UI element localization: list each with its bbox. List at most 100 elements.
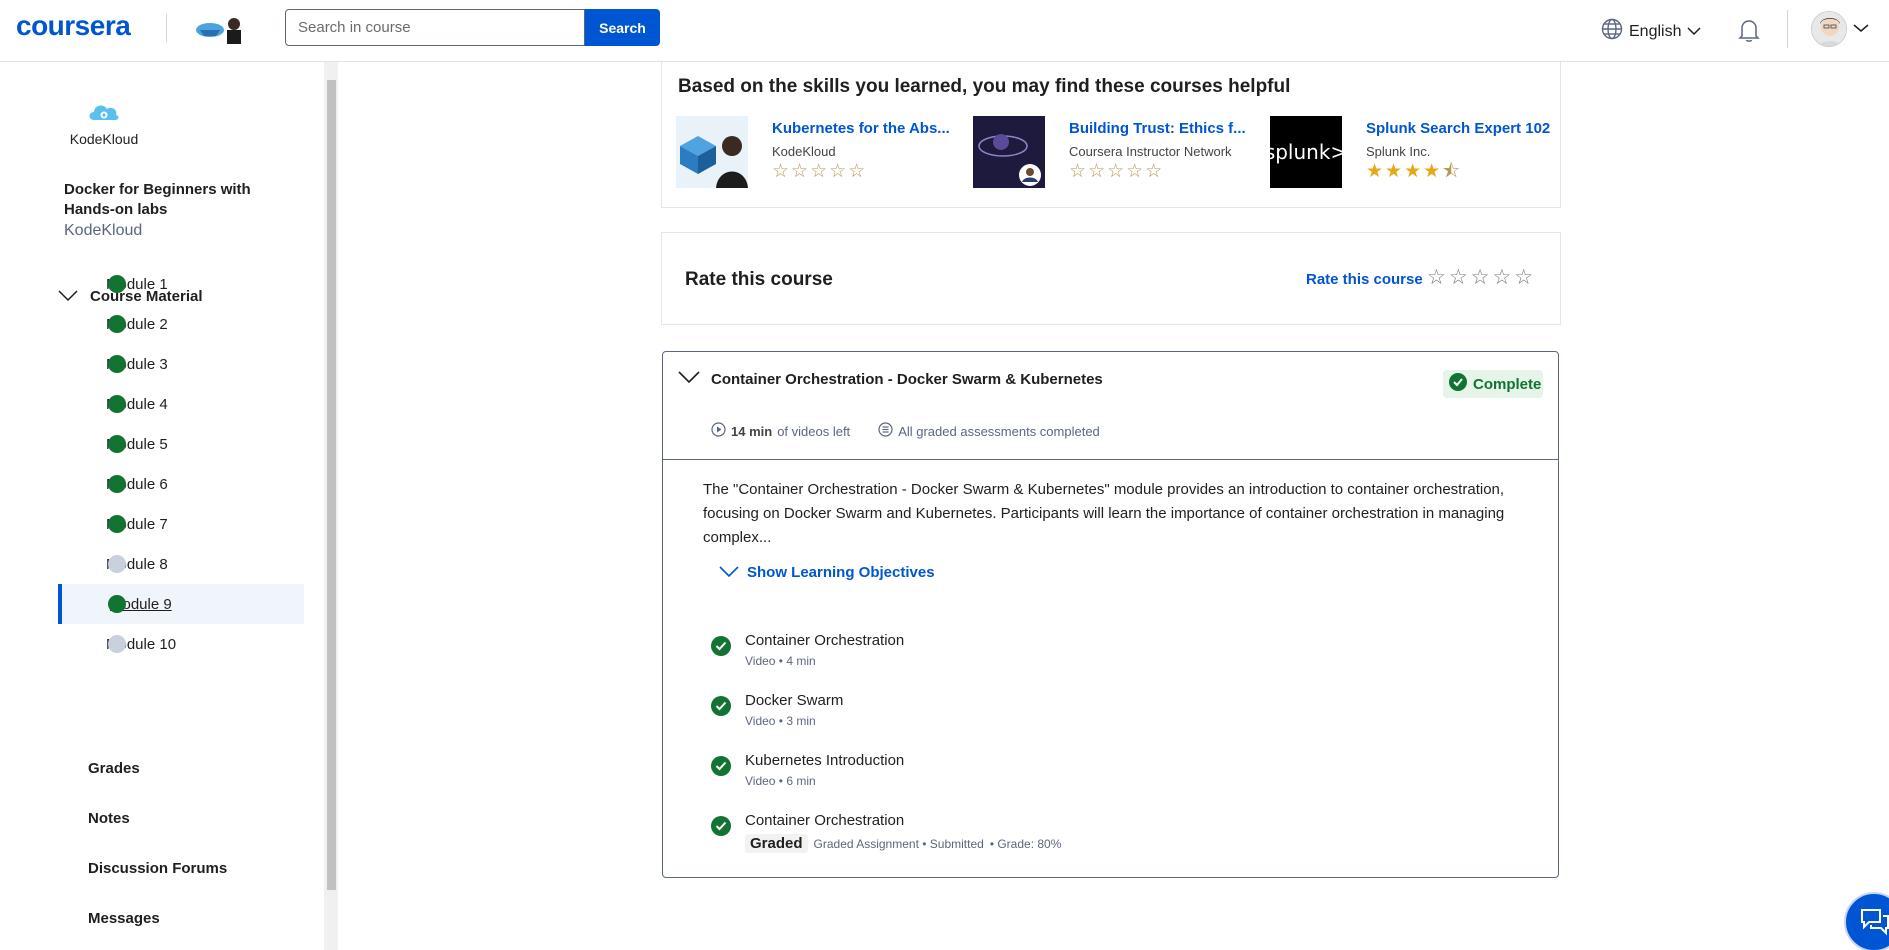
splunk-logo-text: splunk> xyxy=(1270,140,1342,164)
chevron-down-icon xyxy=(1687,23,1702,41)
item-title: Docker Swarm xyxy=(745,692,844,709)
videos-left-time: 14 min xyxy=(731,423,773,439)
sidebar-item-module-1[interactable]: Module 1 xyxy=(58,264,304,304)
check-circle-icon xyxy=(108,435,126,453)
recommended-course-title[interactable]: Building Trust: Ethics f... xyxy=(1069,120,1257,137)
play-circle-icon xyxy=(711,422,726,440)
chevron-down-icon xyxy=(1853,20,1869,38)
chevron-down-icon xyxy=(719,564,739,581)
check-circle-icon xyxy=(108,355,126,373)
list-item[interactable]: Docker Swarm Video • 3 min xyxy=(711,692,1411,738)
splunk-logo: splunk> xyxy=(1270,116,1342,188)
globe-icon xyxy=(1601,18,1623,45)
item-meta: Video • 3 min xyxy=(745,714,816,728)
videos-left-suffix: of videos left xyxy=(777,423,851,439)
recommended-course[interactable]: splunk> Splunk Search Expert 102 Splunk … xyxy=(1270,116,1560,190)
show-learning-objectives-button[interactable]: Show Learning Objectives xyxy=(719,564,935,581)
rate-course-card: Rate this course Rate this course ☆☆☆☆☆ xyxy=(661,232,1561,325)
language-selector[interactable]: English xyxy=(1601,18,1702,45)
list-item[interactable]: Kubernetes Introduction Video • 6 min xyxy=(711,752,1411,798)
item-grade: • Grade: 80% xyxy=(989,836,1062,851)
sidebar-item-module-5[interactable]: Module 5 xyxy=(58,424,304,464)
item-title: Kubernetes Introduction xyxy=(745,752,905,769)
recommended-course-title[interactable]: Kubernetes for the Abs... xyxy=(772,120,960,137)
empty-circle-icon xyxy=(108,635,126,653)
item-meta: Video • 6 min xyxy=(745,774,816,788)
recommendations-heading: Based on the skills you learned, you may… xyxy=(678,76,1291,97)
module-description: The "Container Orchestration - Docker Sw… xyxy=(703,481,1505,546)
check-circle-icon xyxy=(108,475,126,493)
star-rating: ☆☆☆☆☆ xyxy=(772,161,868,182)
check-circle-icon xyxy=(108,515,126,533)
item-meta: Video • 4 min xyxy=(745,654,816,668)
chat-help-button[interactable] xyxy=(1844,892,1889,950)
course-thumbnail xyxy=(676,116,748,188)
item-title: Container Orchestration xyxy=(745,632,905,649)
divider xyxy=(663,459,1558,460)
sidebar-scrollbar-thumb[interactable] xyxy=(327,80,336,890)
sidebar-link-messages[interactable]: Messages xyxy=(88,910,160,927)
course-title[interactable]: Docker for Beginners with Hands-on labs xyxy=(64,180,304,220)
recommended-course-title[interactable]: Splunk Search Expert 102 xyxy=(1366,120,1554,137)
graded-tag: Graded xyxy=(745,834,808,853)
sidebar-item-module-9[interactable]: Module 9 xyxy=(58,584,304,624)
check-circle-icon xyxy=(108,395,126,413)
recommended-course-org: Coursera Instructor Network xyxy=(1069,144,1232,159)
course-org: KodeKloud xyxy=(64,222,143,239)
partner-logo[interactable] xyxy=(194,14,246,44)
course-sidebar: KodeKloud Docker for Beginners with Hand… xyxy=(0,62,324,950)
recommended-course[interactable]: Kubernetes for the Abs... KodeKloud ☆☆☆☆… xyxy=(676,116,966,190)
module-meta: 14 min of videos left All graded assessm… xyxy=(711,422,1100,440)
check-circle-icon xyxy=(108,315,126,333)
kodekloud-logo[interactable]: KodeKloud xyxy=(66,100,142,147)
sidebar-item-module-4[interactable]: Module 4 xyxy=(58,384,304,424)
logo-divider xyxy=(166,14,167,42)
check-circle-icon xyxy=(108,595,126,613)
sidebar-link-discussion-forums[interactable]: Discussion Forums xyxy=(88,860,227,877)
rate-course-link[interactable]: Rate this course xyxy=(1306,271,1423,288)
item-title: Container Orchestration xyxy=(745,812,905,829)
sidebar-link-grades[interactable]: Grades xyxy=(88,760,140,777)
recommended-course[interactable]: Building Trust: Ethics f... Coursera Ins… xyxy=(973,116,1263,190)
top-header: coursera Search English xyxy=(0,0,1889,62)
assessment-icon xyxy=(878,422,893,440)
recommendations-card: Based on the skills you learned, you may… xyxy=(661,62,1561,208)
sidebar-item-module-3[interactable]: Module 3 xyxy=(58,344,304,384)
recommended-course-org: Splunk Inc. xyxy=(1366,144,1431,159)
sidebar-item-module-6[interactable]: Module 6 xyxy=(58,464,304,504)
sidebar-item-module-7[interactable]: Module 7 xyxy=(58,504,304,544)
chevron-down-icon[interactable] xyxy=(678,370,700,389)
module-card: Container Orchestration - Docker Swarm &… xyxy=(662,351,1559,878)
coursera-logo[interactable]: coursera xyxy=(16,10,131,42)
partner-name: KodeKloud xyxy=(69,131,139,147)
recommended-course-org: KodeKloud xyxy=(772,144,836,159)
assessments-status: All graded assessments completed xyxy=(898,423,1100,439)
user-menu[interactable] xyxy=(1811,11,1869,47)
check-circle-icon xyxy=(711,696,731,721)
sidebar-link-notes[interactable]: Notes xyxy=(88,810,130,827)
check-circle-icon xyxy=(1449,373,1467,395)
check-circle-icon xyxy=(108,275,126,293)
check-circle-icon xyxy=(711,756,731,781)
status-badge: Complete xyxy=(1443,370,1543,398)
check-circle-icon xyxy=(711,636,731,661)
search-input[interactable] xyxy=(285,9,585,46)
item-meta-row: Graded Graded Assignment • Submitted • G… xyxy=(745,834,1061,853)
rating-stars-input[interactable]: ☆☆☆☆☆ xyxy=(1427,267,1536,289)
list-item[interactable]: Container Orchestration Graded Graded As… xyxy=(711,812,1411,858)
sidebar-item-module-10[interactable]: Module 10 xyxy=(58,624,304,664)
item-meta: Graded Assignment • Submitted xyxy=(813,836,984,851)
sidebar-item-module-2[interactable]: Module 2 xyxy=(58,304,304,344)
sidebar-item-module-8[interactable]: Module 8 xyxy=(58,544,304,584)
star-rating: ★★★★⯪ xyxy=(1366,161,1463,182)
rate-course-title: Rate this course xyxy=(685,269,833,290)
language-label: English xyxy=(1629,22,1682,40)
module-title[interactable]: Container Orchestration - Docker Swarm &… xyxy=(711,371,1103,388)
star-rating: ☆☆☆☆☆ xyxy=(1069,161,1165,182)
list-item[interactable]: Container Orchestration Video • 4 min xyxy=(711,632,1411,678)
bell-icon[interactable] xyxy=(1736,17,1762,48)
empty-circle-icon xyxy=(108,555,126,573)
course-thumbnail xyxy=(973,116,1045,188)
avatar xyxy=(1811,11,1847,47)
search-button[interactable]: Search xyxy=(585,9,660,46)
